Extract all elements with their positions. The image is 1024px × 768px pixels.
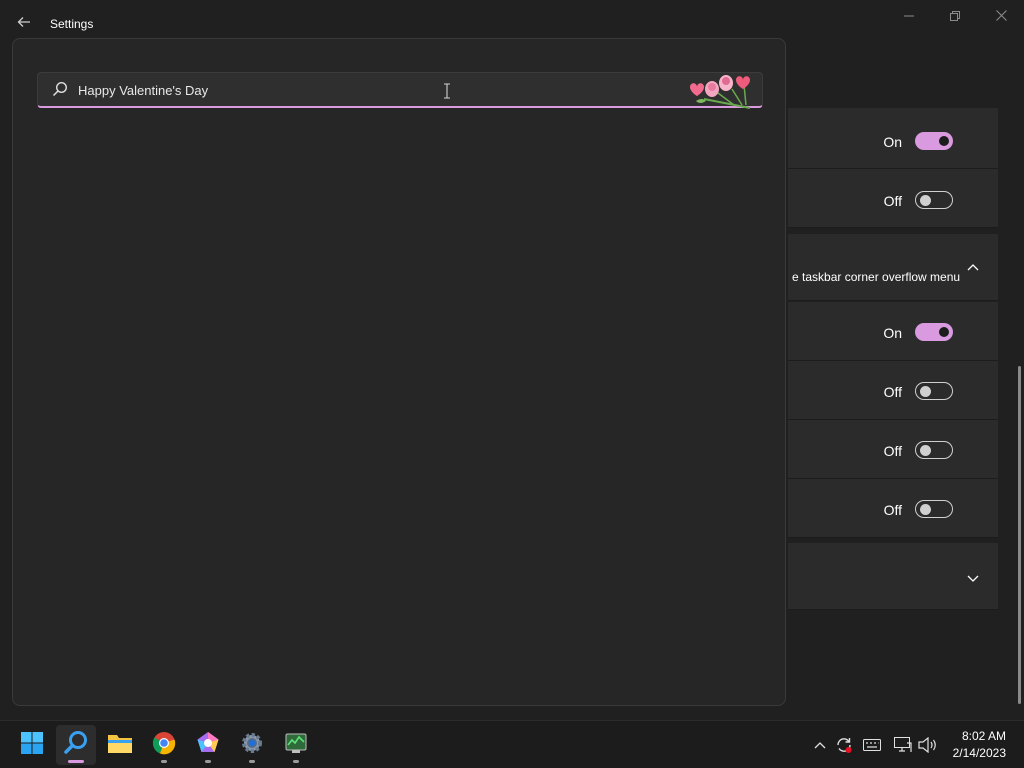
setting-row: Off xyxy=(788,169,998,228)
minimize-icon xyxy=(904,8,914,24)
toggle-switch[interactable] xyxy=(915,500,953,518)
toggle-state-label: Off xyxy=(883,193,902,209)
taskbar-file-explorer[interactable] xyxy=(100,725,140,765)
taskbar-search-button[interactable] xyxy=(56,725,96,765)
expander-description: e taskbar corner overflow menu xyxy=(792,270,961,284)
back-button[interactable] xyxy=(12,12,36,36)
taskbar: 8:02 AM 2/14/2023 xyxy=(0,720,1024,768)
running-indicator xyxy=(161,760,167,763)
copilot-app-icon xyxy=(196,731,220,760)
settings-gear-icon xyxy=(240,731,264,760)
toggle-switch[interactable] xyxy=(915,441,953,459)
toggle-switch[interactable] xyxy=(915,191,953,209)
file-explorer-icon xyxy=(107,732,133,759)
toggle-knob xyxy=(920,444,931,456)
active-indicator xyxy=(68,760,84,763)
search-icon xyxy=(52,81,68,97)
keyboard-icon[interactable] xyxy=(862,735,882,755)
chevron-down-icon xyxy=(967,572,979,586)
taskbar-chrome[interactable] xyxy=(144,725,184,765)
toggle-state-label: Off xyxy=(883,384,902,400)
overflow-menu-expander[interactable]: e taskbar corner overflow menu xyxy=(788,234,998,301)
clock-time[interactable]: 8:02 AM xyxy=(954,729,1006,743)
taskbar-task-manager[interactable] xyxy=(276,725,316,765)
toggle-knob xyxy=(939,327,949,337)
volume-icon[interactable] xyxy=(918,735,938,755)
search-input[interactable] xyxy=(78,79,678,101)
chevron-up-icon[interactable] xyxy=(810,735,830,755)
task-manager-icon xyxy=(284,732,308,759)
valentine-flowers-icon xyxy=(684,71,754,109)
running-indicator xyxy=(249,760,255,763)
running-indicator xyxy=(205,760,211,763)
start-button[interactable] xyxy=(12,725,52,765)
toggle-switch[interactable] xyxy=(915,323,953,341)
taskbar-pinned-app[interactable] xyxy=(188,725,228,765)
network-icon[interactable] xyxy=(893,735,913,755)
setting-row: On xyxy=(788,302,998,361)
toggle-knob xyxy=(920,194,931,206)
windows-start-icon xyxy=(20,731,44,760)
toggle-switch[interactable] xyxy=(915,382,953,400)
toggle-knob xyxy=(920,385,931,397)
search-box[interactable] xyxy=(37,71,763,109)
sync-icon[interactable] xyxy=(834,735,854,755)
setting-row: On xyxy=(788,108,998,169)
minimize-button[interactable] xyxy=(886,4,932,28)
clock-date[interactable]: 2/14/2023 xyxy=(946,746,1006,760)
text-cursor-icon xyxy=(443,83,451,102)
toggle-state-label: On xyxy=(883,134,902,150)
scrollbar[interactable] xyxy=(1018,366,1021,704)
setting-row: Off xyxy=(788,361,998,420)
toggle-state-label: Off xyxy=(883,502,902,518)
restore-button[interactable] xyxy=(932,4,978,28)
toggle-knob xyxy=(920,503,931,515)
toggle-knob xyxy=(939,136,949,146)
toggle-switch[interactable] xyxy=(915,132,953,150)
close-button[interactable] xyxy=(978,4,1024,28)
setting-row: Off xyxy=(788,479,998,538)
maximize-icon xyxy=(950,8,960,24)
running-indicator xyxy=(293,760,299,763)
app-title: Settings xyxy=(50,17,94,31)
arrow-left-icon xyxy=(17,15,31,34)
collapsed-expander[interactable] xyxy=(788,543,998,610)
search-panel xyxy=(12,38,786,706)
close-icon xyxy=(995,8,1007,24)
taskbar-settings[interactable] xyxy=(232,725,272,765)
setting-row: Off xyxy=(788,420,998,479)
chevron-up-icon xyxy=(967,260,979,274)
toggle-state-label: On xyxy=(883,325,902,341)
search-app-icon xyxy=(63,730,89,761)
toggle-state-label: Off xyxy=(883,443,902,459)
chrome-icon xyxy=(152,731,176,760)
